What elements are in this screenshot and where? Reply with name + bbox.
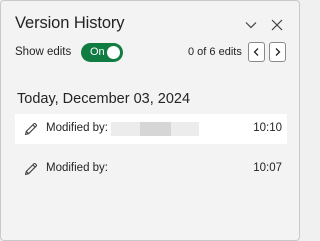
show-edits-label: Show edits xyxy=(15,46,72,58)
panel-title: Version History xyxy=(15,14,125,32)
previous-edit-button[interactable] xyxy=(248,42,265,62)
version-history-panel: Version History Show edits On 0 of 6 edi… xyxy=(0,0,300,241)
date-group-heading: Today, December 03, 2024 xyxy=(17,91,191,107)
edit-count: 0 of 6 edits xyxy=(188,46,242,58)
pencil-icon xyxy=(24,162,38,176)
chevron-down-icon xyxy=(245,22,257,29)
modified-by-label: Modified by: xyxy=(46,122,109,134)
show-edits-toggle[interactable]: On xyxy=(81,43,123,62)
toggle-state-text: On xyxy=(90,46,105,58)
chevron-right-icon xyxy=(275,48,281,56)
version-time: 10:10 xyxy=(253,122,282,134)
toggle-knob xyxy=(107,46,120,59)
close-icon xyxy=(271,19,283,31)
collapse-button[interactable] xyxy=(243,17,259,33)
chevron-left-icon xyxy=(253,48,259,56)
next-edit-button[interactable] xyxy=(269,42,286,62)
modified-by-label: Modified by: xyxy=(46,162,109,174)
author-name-redacted xyxy=(111,122,199,136)
version-item[interactable]: Modified by: 10:10 xyxy=(15,114,287,144)
close-button[interactable] xyxy=(269,17,285,33)
pencil-icon xyxy=(24,122,38,136)
version-time: 10:07 xyxy=(253,162,282,174)
show-edits-row: Show edits On 0 of 6 edits xyxy=(15,42,289,64)
version-item[interactable]: Modified by: 10:07 xyxy=(15,154,287,184)
panel-header: Version History xyxy=(15,14,287,38)
